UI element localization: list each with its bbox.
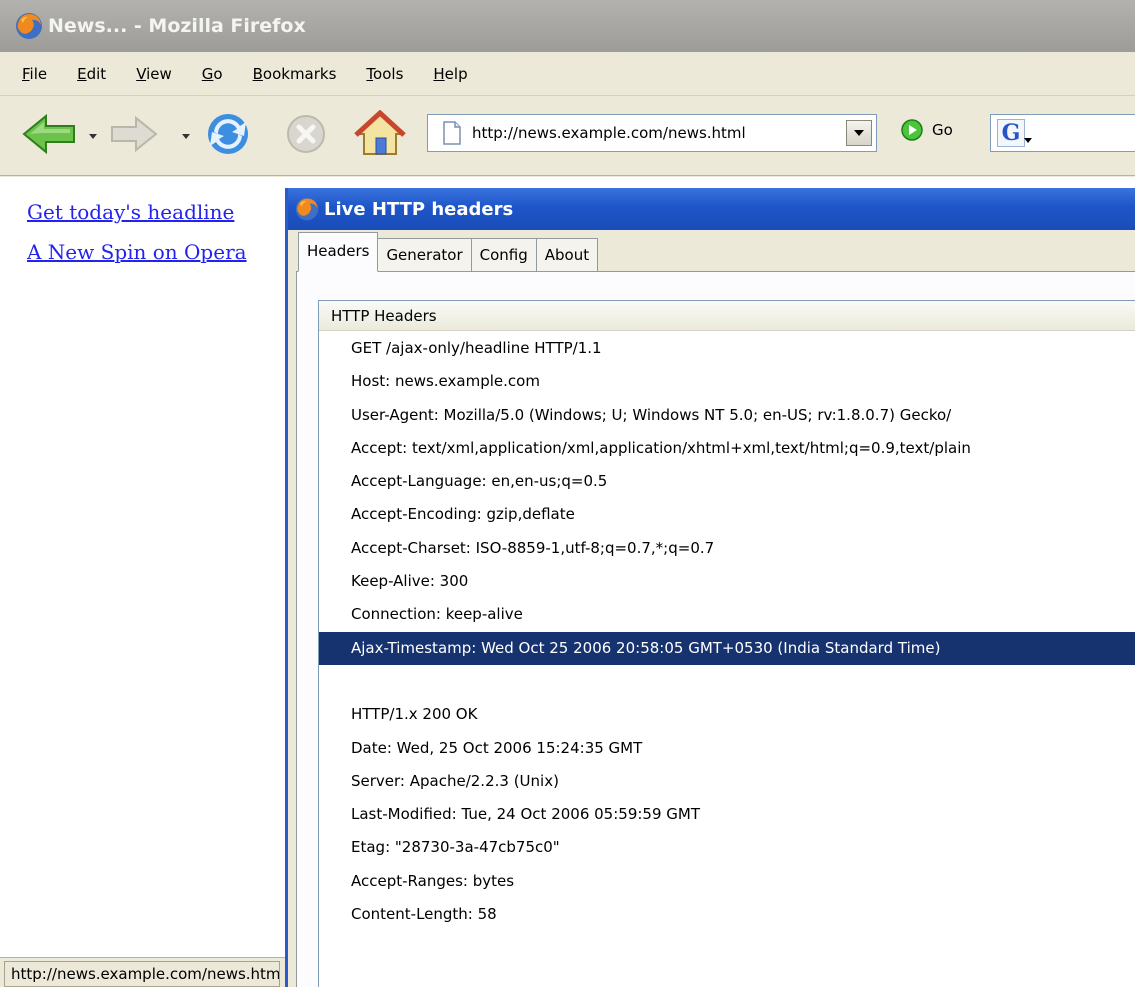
back-arrow-icon[interactable] xyxy=(20,110,78,158)
list-item[interactable] xyxy=(319,665,1135,698)
status-text: http://news.example.com/news.html xyxy=(4,961,280,987)
firefox-logo-icon xyxy=(16,13,42,39)
menu-edit[interactable]: Edit xyxy=(77,65,106,83)
navigation-toolbar: Go G xyxy=(0,96,1135,176)
list-item[interactable]: Date: Wed, 25 Oct 2006 15:24:35 GMT xyxy=(319,732,1135,765)
list-item[interactable]: User-Agent: Mozilla/5.0 (Windows; U; Win… xyxy=(319,399,1135,432)
dialog-tabs: Headers Generator Config About xyxy=(298,232,599,272)
article-link[interactable]: A New Spin on Opera xyxy=(27,240,247,264)
list-item[interactable]: Server: Apache/2.2.3 (Unix) xyxy=(319,765,1135,798)
list-item[interactable]: Accept-Ranges: bytes xyxy=(319,865,1135,898)
forward-dropdown-icon xyxy=(182,134,190,139)
menu-help[interactable]: Help xyxy=(433,65,467,83)
chevron-down-icon xyxy=(854,130,864,136)
list-item[interactable]: Accept-Encoding: gzip,deflate xyxy=(319,498,1135,531)
back-dropdown-icon[interactable] xyxy=(89,134,97,139)
menu-go[interactable]: Go xyxy=(202,65,223,83)
stop-icon xyxy=(287,115,325,153)
list-item[interactable]: Accept: text/xml,application/xml,applica… xyxy=(319,432,1135,465)
list-item[interactable]: Etag: "28730-3a-47cb75c0" xyxy=(319,831,1135,864)
menu-bookmarks[interactable]: Bookmarks xyxy=(253,65,337,83)
list-item[interactable]: Accept-Language: en,en-us;q=0.5 xyxy=(319,465,1135,498)
dialog-title: Live HTTP headers xyxy=(324,198,514,220)
list-item[interactable]: Accept-Charset: ISO-8859-1,utf-8;q=0.7,*… xyxy=(319,532,1135,565)
browser-title-bar: News... - Mozilla Firefox xyxy=(0,0,1135,52)
headline-link[interactable]: Get today's headline xyxy=(27,200,234,224)
home-icon[interactable] xyxy=(352,110,408,160)
http-headers-list[interactable]: HTTP Headers GET /ajax-only/headline HTT… xyxy=(318,300,1135,987)
go-label: Go xyxy=(932,121,953,139)
list-item[interactable]: GET /ajax-only/headline HTTP/1.1 xyxy=(319,332,1135,365)
header-rows: GET /ajax-only/headline HTTP/1.1 Host: ne… xyxy=(319,331,1135,931)
menu-tools[interactable]: Tools xyxy=(366,65,403,83)
search-engine-dropdown-icon xyxy=(1024,138,1032,143)
list-item[interactable]: HTTP/1.x 200 OK xyxy=(319,698,1135,731)
list-item[interactable]: Host: news.example.com xyxy=(319,365,1135,398)
google-search-engine-icon[interactable]: G xyxy=(997,119,1032,147)
tab-generator[interactable]: Generator xyxy=(377,238,472,272)
menu-file[interactable]: File xyxy=(22,65,47,83)
list-item[interactable]: Keep-Alive: 300 xyxy=(319,565,1135,598)
tab-about[interactable]: About xyxy=(535,238,599,272)
dialog-title-bar[interactable]: Live HTTP headers xyxy=(288,188,1135,230)
search-bar[interactable]: G xyxy=(990,114,1135,152)
menu-bar: File Edit View Go Bookmarks Tools Help xyxy=(0,52,1135,96)
menu-view[interactable]: View xyxy=(136,65,172,83)
list-item[interactable]: Connection: keep-alive xyxy=(319,598,1135,631)
live-http-headers-window: Live HTTP headers Headers Generator Conf… xyxy=(285,188,1135,987)
address-bar xyxy=(427,114,877,152)
go-arrow-icon xyxy=(901,119,923,141)
list-item[interactable]: Last-Modified: Tue, 24 Oct 2006 05:59:59… xyxy=(319,798,1135,831)
reload-icon[interactable] xyxy=(202,110,254,158)
list-item[interactable]: Content-Length: 58 xyxy=(319,898,1135,931)
go-button[interactable]: Go xyxy=(900,118,953,142)
headers-tab-panel: HTTP Headers GET /ajax-only/headline HTT… xyxy=(296,271,1135,987)
page-icon xyxy=(443,121,461,145)
forward-arrow-icon xyxy=(111,115,158,153)
firefox-logo-icon xyxy=(295,197,319,221)
tab-config[interactable]: Config xyxy=(470,238,537,272)
list-column-header[interactable]: HTTP Headers xyxy=(319,301,1135,331)
url-dropdown-button[interactable] xyxy=(846,120,872,146)
url-input[interactable] xyxy=(472,124,842,142)
list-item-selected[interactable]: Ajax-Timestamp: Wed Oct 25 2006 20:58:05… xyxy=(319,631,1135,665)
window-title: News... - Mozilla Firefox xyxy=(48,15,306,37)
tab-headers[interactable]: Headers xyxy=(298,232,379,272)
